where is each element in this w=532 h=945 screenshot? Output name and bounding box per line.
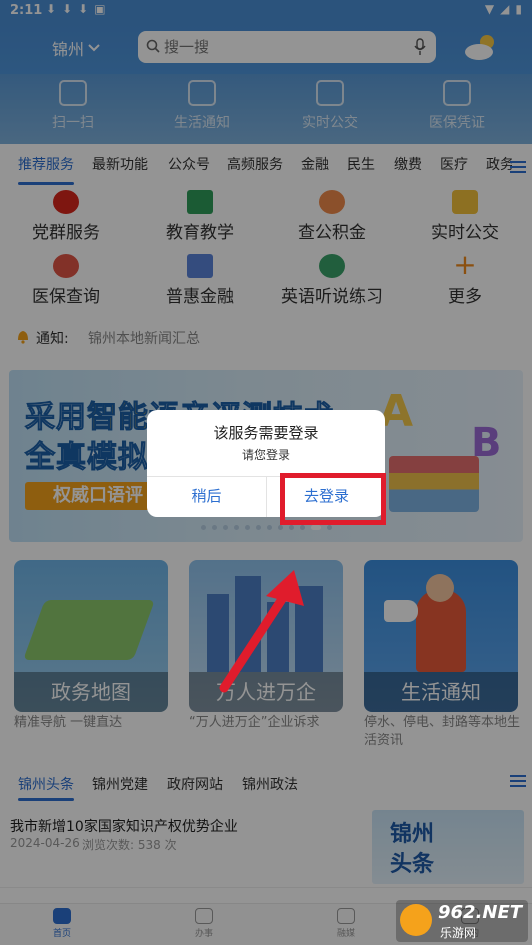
watermark: 962.NET 乐游网 — [396, 900, 528, 942]
dialog-title: 该服务需要登录 — [213, 424, 319, 442]
later-button[interactable]: 稍后 — [147, 476, 266, 517]
watermark-logo — [400, 904, 432, 936]
highlight-box-annotation — [280, 473, 386, 525]
dialog-message: 请您登录 — [241, 448, 290, 462]
red-arrow-annotation — [219, 570, 304, 693]
